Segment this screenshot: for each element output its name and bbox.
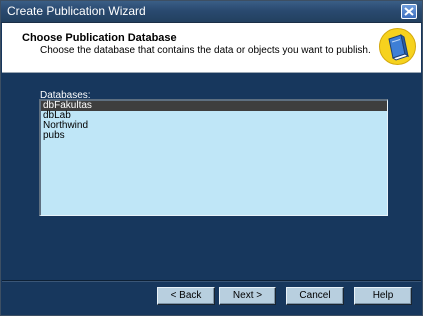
close-icon [404,7,414,16]
title-bar[interactable]: Create Publication Wizard [1,1,422,23]
page-title: Choose Publication Database [22,32,177,44]
databases-listbox[interactable]: dbFakultas dbLab Northwind pubs [39,99,388,216]
help-button[interactable]: Help [354,287,412,305]
wizard-window: Create Publication Wizard Choose Publica… [0,0,423,316]
window-title: Create Publication Wizard [7,4,146,18]
database-item-dblab[interactable]: dbLab [41,111,387,121]
cancel-button[interactable]: Cancel [286,287,344,305]
publication-book-icon [379,28,416,65]
back-button[interactable]: < Back [157,287,215,305]
close-button[interactable] [401,4,417,19]
page-subtitle: Choose the database that contains the da… [40,45,371,56]
wizard-body: Databases: dbFakultas dbLab Northwind pu… [2,73,421,281]
database-item-pubs[interactable]: pubs [41,131,387,141]
database-item-northwind[interactable]: Northwind [41,121,387,131]
wizard-header: Choose Publication Database Choose the d… [2,23,421,73]
next-button[interactable]: Next > [219,287,276,305]
database-item-dbfakultas[interactable]: dbFakultas [41,101,387,111]
button-bar: < Back Next > Cancel Help [2,282,421,315]
